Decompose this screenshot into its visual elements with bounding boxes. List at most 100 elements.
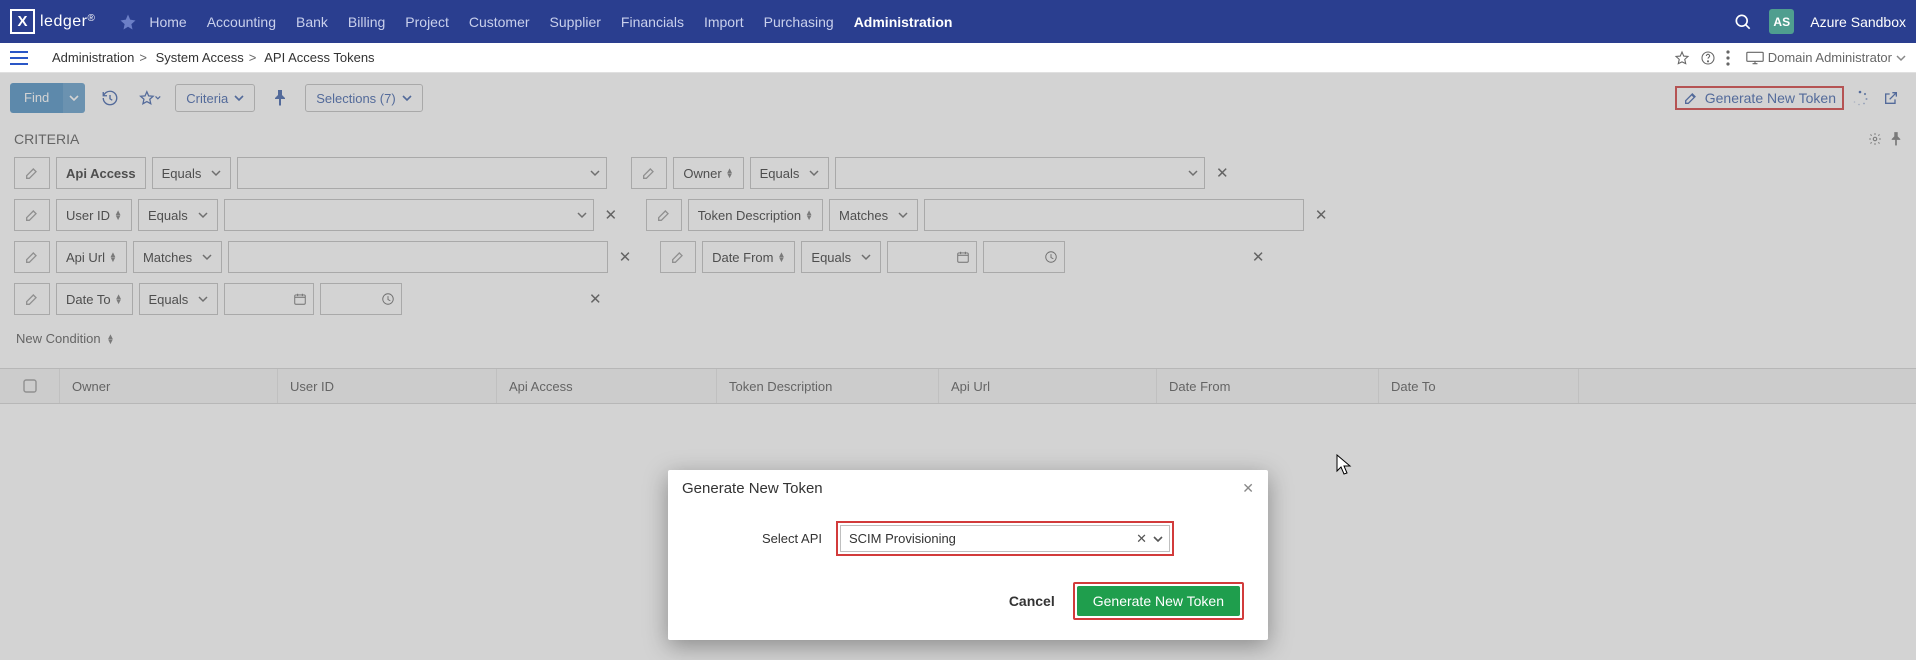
nav-financials[interactable]: Financials — [621, 14, 684, 30]
remove-condition-icon[interactable]: ✕ — [600, 206, 622, 224]
criteria-time-input[interactable] — [983, 241, 1065, 273]
nav-project[interactable]: Project — [405, 14, 449, 30]
remove-condition-icon[interactable]: ✕ — [1211, 164, 1233, 182]
edit-condition-icon[interactable] — [14, 283, 50, 315]
pin-icon[interactable] — [265, 83, 295, 113]
crumb-api-tokens[interactable]: API Access Tokens — [264, 50, 374, 65]
chevron-down-icon — [577, 210, 587, 220]
sort-icon: ▲▼ — [115, 294, 123, 304]
nav-purchasing[interactable]: Purchasing — [764, 14, 834, 30]
criteria-field-label[interactable]: Api Access — [56, 157, 146, 189]
criteria-field-label[interactable]: Date To▲▼ — [56, 283, 133, 315]
select-api-dropdown[interactable]: SCIM Provisioning ✕ — [840, 525, 1170, 552]
cancel-button[interactable]: Cancel — [1009, 593, 1055, 609]
criteria-operator[interactable]: Equals — [152, 157, 232, 189]
nav-customer[interactable]: Customer — [469, 14, 530, 30]
col-owner[interactable]: Owner — [60, 369, 278, 403]
avatar[interactable]: AS — [1769, 9, 1794, 34]
criteria-field-label[interactable]: Api Url▲▼ — [56, 241, 127, 273]
chevron-down-icon — [1896, 53, 1906, 63]
close-icon[interactable]: ✕ — [1242, 480, 1254, 497]
criteria-date-input[interactable] — [224, 283, 314, 315]
clear-icon[interactable]: ✕ — [1136, 531, 1147, 547]
history-icon[interactable] — [95, 83, 125, 113]
criteria-field-label[interactable]: Token Description▲▼ — [688, 199, 823, 231]
selections-button[interactable]: Selections (7) — [305, 84, 422, 112]
col-date-from[interactable]: Date From — [1157, 369, 1379, 403]
edit-condition-icon[interactable] — [631, 157, 667, 189]
col-api-access[interactable]: Api Access — [497, 369, 717, 403]
criteria-operator[interactable]: Matches — [133, 241, 222, 273]
criteria-button[interactable]: Criteria — [175, 84, 255, 112]
role-selector[interactable]: Domain Administrator — [1746, 50, 1906, 65]
generate-new-token-button[interactable]: Generate New Token — [1077, 586, 1240, 616]
help-icon[interactable] — [1700, 50, 1716, 66]
nav-accounting[interactable]: Accounting — [207, 14, 276, 30]
criteria-api-url: Api Url▲▼ Matches ✕ — [14, 241, 636, 273]
remove-condition-icon[interactable]: ✕ — [614, 248, 636, 266]
criteria-value-input[interactable] — [835, 157, 1205, 189]
edit-condition-icon[interactable] — [14, 157, 50, 189]
criteria-value-input[interactable] — [228, 241, 608, 273]
nav-administration[interactable]: Administration — [854, 14, 953, 30]
pin-icon[interactable] — [1890, 132, 1902, 146]
col-user-id[interactable]: User ID — [278, 369, 497, 403]
criteria-owner: Owner▲▼ Equals ✕ — [631, 157, 1233, 189]
selections-button-label: Selections (7) — [316, 91, 395, 106]
nav-supplier[interactable]: Supplier — [550, 14, 601, 30]
criteria-field-label[interactable]: User ID▲▼ — [56, 199, 132, 231]
nav-home[interactable]: Home — [149, 14, 186, 30]
criteria-operator[interactable]: Equals — [750, 157, 830, 189]
criteria-field-label[interactable]: Date From▲▼ — [702, 241, 795, 273]
criteria-operator[interactable]: Equals — [801, 241, 881, 273]
criteria-field-label[interactable]: Owner▲▼ — [673, 157, 743, 189]
generate-new-token-link[interactable]: Generate New Token — [1675, 86, 1844, 110]
criteria-value-input[interactable] — [924, 199, 1304, 231]
remove-condition-icon[interactable]: ✕ — [1247, 248, 1269, 266]
select-all-checkbox[interactable] — [0, 369, 60, 403]
col-api-url[interactable]: Api Url — [939, 369, 1157, 403]
account-name[interactable]: Azure Sandbox — [1810, 14, 1906, 30]
find-button-label: Find — [10, 83, 63, 113]
hamburger-menu-icon[interactable] — [10, 51, 28, 65]
chevron-down-icon — [402, 93, 412, 103]
more-vertical-icon[interactable] — [1726, 50, 1730, 66]
top-navbar: X ledger® Home Accounting Bank Billing P… — [0, 0, 1916, 43]
crumb-administration[interactable]: Administration — [52, 50, 134, 65]
edit-condition-icon[interactable] — [660, 241, 696, 273]
favorite-star-icon[interactable] — [119, 13, 137, 31]
criteria-value-input[interactable] — [237, 157, 607, 189]
criteria-time-input[interactable] — [320, 283, 402, 315]
criteria-operator[interactable]: Matches — [829, 199, 918, 231]
remove-condition-icon[interactable]: ✕ — [1310, 206, 1332, 224]
search-icon[interactable] — [1733, 12, 1753, 32]
breadcrumb-bar: Administration> System Access> API Acces… — [0, 43, 1916, 73]
crumb-system-access[interactable]: System Access — [156, 50, 244, 65]
nav-import[interactable]: Import — [704, 14, 744, 30]
nav-bank[interactable]: Bank — [296, 14, 328, 30]
star-outline-icon[interactable] — [1674, 50, 1690, 66]
edit-condition-icon[interactable] — [14, 241, 50, 273]
gear-icon[interactable] — [1868, 132, 1882, 146]
find-button[interactable]: Find — [10, 83, 85, 113]
new-condition-button[interactable]: New Condition ▲▼ — [14, 325, 116, 352]
criteria-operator[interactable]: Equals — [139, 283, 219, 315]
edit-condition-icon[interactable] — [14, 199, 50, 231]
select-api-label: Select API — [762, 531, 822, 546]
brand[interactable]: X ledger® — [10, 9, 95, 34]
find-dropdown-caret[interactable] — [63, 83, 85, 113]
criteria-operator[interactable]: Equals — [138, 199, 218, 231]
grid-header: Owner User ID Api Access Token Descripti… — [0, 368, 1916, 404]
criteria-value-input[interactable] — [224, 199, 594, 231]
edit-condition-icon[interactable] — [646, 199, 682, 231]
star-dropdown-icon[interactable] — [135, 83, 165, 113]
chevron-down-icon — [1153, 534, 1163, 544]
open-external-icon[interactable] — [1876, 83, 1906, 113]
breadcrumb: Administration> System Access> API Acces… — [52, 50, 375, 65]
remove-condition-icon[interactable]: ✕ — [584, 290, 606, 308]
criteria-token-description: Token Description▲▼ Matches ✕ — [646, 199, 1332, 231]
criteria-date-input[interactable] — [887, 241, 977, 273]
nav-billing[interactable]: Billing — [348, 14, 385, 30]
col-date-to[interactable]: Date To — [1379, 369, 1579, 403]
col-token-description[interactable]: Token Description — [717, 369, 939, 403]
